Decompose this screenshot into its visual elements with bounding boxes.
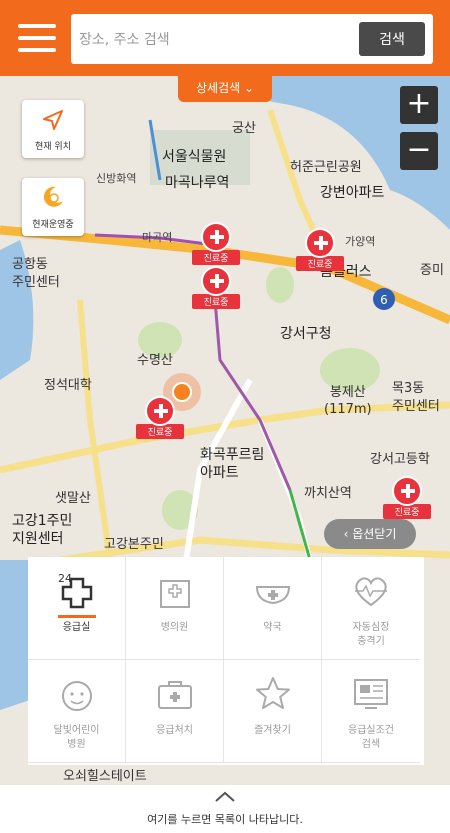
category-panel: 24 응급실 병의원 약국 자동심장 충격기 달빛어린이 병원 응급처치 즐겨찾…	[28, 557, 424, 765]
map-label-seoul-botanic-park: 서울식물원	[162, 149, 227, 165]
condition-search-icon	[354, 679, 388, 709]
first-aid-kit-icon	[158, 681, 192, 709]
active-underline	[58, 615, 96, 618]
map-label-gogangbon-center: 고강본주민	[104, 537, 164, 552]
hospital-marker[interactable]: 진료중	[136, 396, 184, 439]
top-bar: 검색	[0, 0, 450, 76]
category-moonlight-child[interactable]: 달빛어린이 병원	[28, 660, 126, 763]
chevron-up-icon	[215, 791, 235, 802]
route-6-marker: 6	[380, 293, 388, 307]
hospital-marker[interactable]: 진료중	[192, 222, 240, 265]
hospital-marker[interactable]: 진료중	[296, 228, 344, 271]
map-label-magoknaru-station: 마곡나루역	[165, 175, 230, 191]
map-label-jeongseok-univ: 정석대학	[44, 378, 92, 393]
map-label-gangseo-office: 강서구청	[280, 326, 332, 342]
category-label: 병의원	[160, 622, 189, 633]
category-first-aid[interactable]: 응급처치	[126, 660, 224, 763]
category-label: 응급실조건 검색	[348, 725, 394, 750]
zoom-in-button[interactable]: +	[400, 86, 438, 124]
category-hospital-clinic[interactable]: 병의원	[126, 557, 224, 660]
hospital-cross-icon	[201, 266, 231, 296]
options-close-label: 옵션닫기	[352, 527, 397, 541]
map-label-ose-hill-estate: 오쇠힐스테이트	[63, 769, 147, 784]
map-label-magok-station: 마곡역	[142, 231, 173, 244]
zoom-out-button[interactable]: −	[400, 132, 438, 170]
map-label-saetmalsan: 샛말산	[55, 491, 91, 506]
hospital-cross-icon	[145, 396, 175, 426]
map-label-kkachisan-station: 까치산역	[304, 486, 352, 501]
category-pharmacy[interactable]: 약국	[224, 557, 322, 660]
map-label-gogang1-center: 고강1주민 지원센터	[12, 513, 73, 547]
hospital-cross-icon	[201, 222, 231, 252]
chevron-left-icon: ‹	[343, 527, 353, 541]
marker-status: 진료중	[192, 294, 240, 309]
options-close-button[interactable]: ‹ 옵션닫기	[324, 519, 416, 549]
menu-icon[interactable]	[18, 24, 56, 52]
map-label-heojun-park: 허준근린공원	[290, 160, 362, 175]
map-label-gonghang-center: 공항동 주민센터	[12, 257, 60, 290]
hospital-icon	[160, 580, 190, 608]
search-box: 검색	[71, 14, 433, 64]
list-toggle-hint: 여기를 누르면 목록이 나타납니다.	[147, 813, 303, 826]
marker-status: 진료중	[136, 424, 184, 439]
category-label: 응급실	[62, 622, 91, 633]
map-label-bongjesan: 봉제산 (117m)	[324, 385, 372, 417]
search-button[interactable]: 검색	[359, 22, 425, 56]
navigation-arrow-icon	[43, 110, 63, 130]
marker-status: 진료중	[192, 250, 240, 265]
category-label: 약국	[263, 622, 282, 633]
emergency-24-icon: 24	[58, 572, 93, 609]
map-label-hwagok-purim-apt: 화곡푸르림 아파트	[200, 447, 265, 481]
current-location-label: 현재 위치	[35, 142, 71, 152]
map-label-mok3-center: 목3동 주민센터	[392, 381, 440, 414]
category-label: 달빛어린이 병원	[53, 725, 100, 750]
marker-status: 진료중	[383, 504, 431, 519]
category-label: 응급처치	[156, 725, 193, 736]
detail-search-tab[interactable]: 상세검색 ⌄	[178, 76, 272, 102]
map-label-jeungmi: 증미	[420, 263, 444, 278]
aed-heart-icon	[355, 577, 387, 607]
pharmacy-icon	[255, 586, 291, 605]
hospital-cross-icon	[392, 476, 422, 506]
open-now-button[interactable]: 현재운영중	[22, 178, 84, 236]
map-label-sumyeongsan: 수명산	[137, 353, 173, 368]
category-aed[interactable]: 자동심장 충격기	[322, 557, 420, 660]
moon-clock-icon	[43, 186, 63, 207]
search-input[interactable]	[77, 22, 351, 58]
hospital-marker[interactable]: 진료중	[192, 266, 240, 309]
category-emergency-room[interactable]: 24 응급실	[28, 557, 126, 660]
hospital-marker[interactable]: 진료중	[383, 476, 431, 519]
map-label-gangseo-godeung: 강서고등학	[370, 452, 430, 467]
star-icon	[256, 677, 290, 709]
map-label-sinbang-station: 신방화역	[96, 172, 137, 185]
map-label-gungsan: 궁산	[232, 121, 256, 136]
category-label: 즐겨찾기	[254, 725, 291, 736]
category-label: 자동심장 충격기	[352, 622, 390, 647]
moonlight-child-icon	[62, 681, 92, 711]
open-now-label: 현재운영중	[32, 220, 74, 230]
category-favorites[interactable]: 즐겨찾기	[224, 660, 322, 763]
list-toggle-bar[interactable]: 여기를 누르면 목록이 나타납니다.	[0, 785, 450, 833]
map-label-gangbyeon-apt: 강변아파트	[320, 185, 385, 201]
marker-status: 진료중	[296, 256, 344, 271]
svg-text:24: 24	[58, 572, 72, 585]
current-location-button[interactable]: 현재 위치	[22, 100, 84, 158]
hospital-cross-icon	[305, 228, 335, 258]
map-label-gayang-station: 가양역	[345, 235, 376, 248]
category-condition-search[interactable]: 응급실조건 검색	[322, 660, 420, 763]
